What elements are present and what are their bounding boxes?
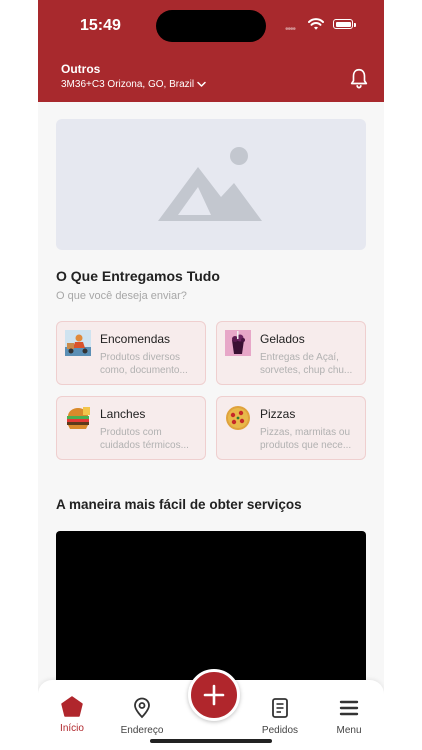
- service-name: Lanches: [100, 407, 146, 421]
- image-placeholder-icon: [158, 147, 262, 221]
- tab-home-label: Início: [60, 723, 84, 734]
- service-card-pizzas[interactable]: Pizzas Pizzas, marmitas ou produtos que …: [216, 396, 366, 460]
- service-name: Gelados: [260, 332, 305, 346]
- section-subtitle: O que você deseja enviar?: [56, 290, 187, 302]
- service-description: Produtos com cuidados térmicos...: [100, 427, 189, 451]
- section-title-services: A maneira mais fácil de obter serviços: [56, 497, 302, 512]
- dynamic-island: [156, 10, 266, 42]
- app-screen: 15:49 •••• Outros 3M36+C3 Orizona, GO, B…: [38, 0, 384, 750]
- home-icon: [61, 696, 83, 717]
- service-description: Entregas de Açaí, sorvetes, chup chu...: [260, 352, 353, 376]
- address-text: 3M36+C3 Orizona, GO, Brazil: [61, 79, 195, 90]
- battery-icon: [333, 19, 356, 29]
- address-selector[interactable]: 3M36+C3 Orizona, GO, Brazil: [61, 79, 206, 90]
- receipt-icon: [272, 698, 288, 718]
- section-title: O Que Entregamos Tudo: [56, 268, 220, 284]
- tab-menu-label: Menu: [336, 725, 362, 736]
- service-description: Produtos diversos como, documento...: [100, 352, 188, 376]
- tab-menu[interactable]: Menu: [319, 682, 379, 742]
- tab-address[interactable]: Endereço: [112, 682, 172, 742]
- signal-icon: ••••: [285, 24, 296, 35]
- hamburger-menu-icon: [339, 700, 359, 716]
- pizza-icon: [226, 406, 250, 430]
- service-card-encomendas[interactable]: Encomendas Produtos diversos como, docum…: [56, 321, 206, 385]
- service-card-gelados[interactable]: Gelados Entregas de Açaí, sorvetes, chup…: [216, 321, 366, 385]
- chevron-down-icon: [197, 81, 206, 87]
- home-indicator[interactable]: [150, 739, 272, 743]
- location-pin-icon: [134, 697, 150, 719]
- plus-icon: [203, 684, 225, 706]
- package-delivery-icon: [65, 330, 91, 356]
- burger-icon: [67, 407, 90, 429]
- bell-icon[interactable]: [348, 67, 370, 89]
- tab-orders-label: Pedidos: [261, 725, 299, 736]
- tab-address-label: Endereço: [120, 725, 164, 736]
- service-card-lanches[interactable]: Lanches Produtos com cuidados térmicos..…: [56, 396, 206, 460]
- tab-orders[interactable]: Pedidos: [250, 682, 310, 742]
- add-order-button[interactable]: [188, 669, 240, 721]
- app-header: 15:49 •••• Outros 3M36+C3 Orizona, GO, B…: [38, 0, 384, 102]
- acai-cup-icon: [225, 330, 251, 356]
- location-title[interactable]: Outros: [61, 62, 100, 76]
- tab-home[interactable]: Início: [42, 680, 102, 740]
- service-description: Pizzas, marmitas ou produtos que nece...: [260, 427, 352, 451]
- service-name: Encomendas: [100, 332, 171, 346]
- status-time: 15:49: [80, 17, 121, 34]
- banner-image-placeholder[interactable]: [56, 119, 366, 250]
- wifi-icon: [308, 18, 324, 30]
- service-name: Pizzas: [260, 407, 296, 421]
